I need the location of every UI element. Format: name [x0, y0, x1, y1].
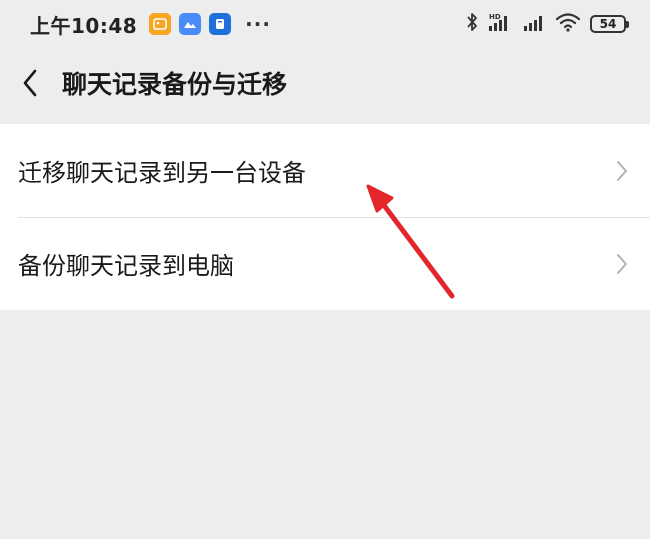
back-button[interactable] [6, 59, 54, 107]
notification-icons [149, 13, 232, 35]
battery-icon: 54 [590, 15, 629, 33]
signal-icon [522, 12, 546, 36]
list-item-label: 备份聊天记录到电脑 [18, 252, 234, 280]
page-title: 聊天记录备份与迁移 [62, 70, 288, 99]
status-bar: 上午10:48 ··· HD 54 [0, 0, 650, 48]
network-type-label: HD [489, 13, 501, 21]
bluetooth-icon [466, 12, 478, 36]
chevron-left-icon [23, 69, 37, 97]
settings-list: 迁移聊天记录到另一台设备 备份聊天记录到电脑 [0, 124, 650, 310]
status-indicators: HD 54 [466, 12, 629, 36]
note-app-icon [209, 13, 232, 35]
battery-level: 54 [599, 17, 617, 31]
wifi-icon [555, 12, 581, 36]
list-item-migrate-to-device[interactable]: 迁移聊天记录到另一台设备 [0, 124, 650, 217]
mountain-app-icon [179, 13, 202, 35]
more-notifications-icon: ··· [245, 12, 271, 36]
list-item-backup-to-computer[interactable]: 备份聊天记录到电脑 [0, 217, 650, 310]
status-time: 上午10:48 [30, 13, 138, 38]
gallery-app-icon [149, 13, 172, 35]
chevron-right-icon [614, 251, 630, 277]
signal-icon: HD [487, 12, 513, 36]
chevron-right-icon [614, 158, 630, 184]
screen: 上午10:48 ··· HD 54 聊天记录备份与迁移 迁移聊天记录到另一台设备… [0, 0, 650, 539]
title-bar: 聊天记录备份与迁移 [0, 52, 650, 114]
list-item-label: 迁移聊天记录到另一台设备 [18, 159, 306, 187]
